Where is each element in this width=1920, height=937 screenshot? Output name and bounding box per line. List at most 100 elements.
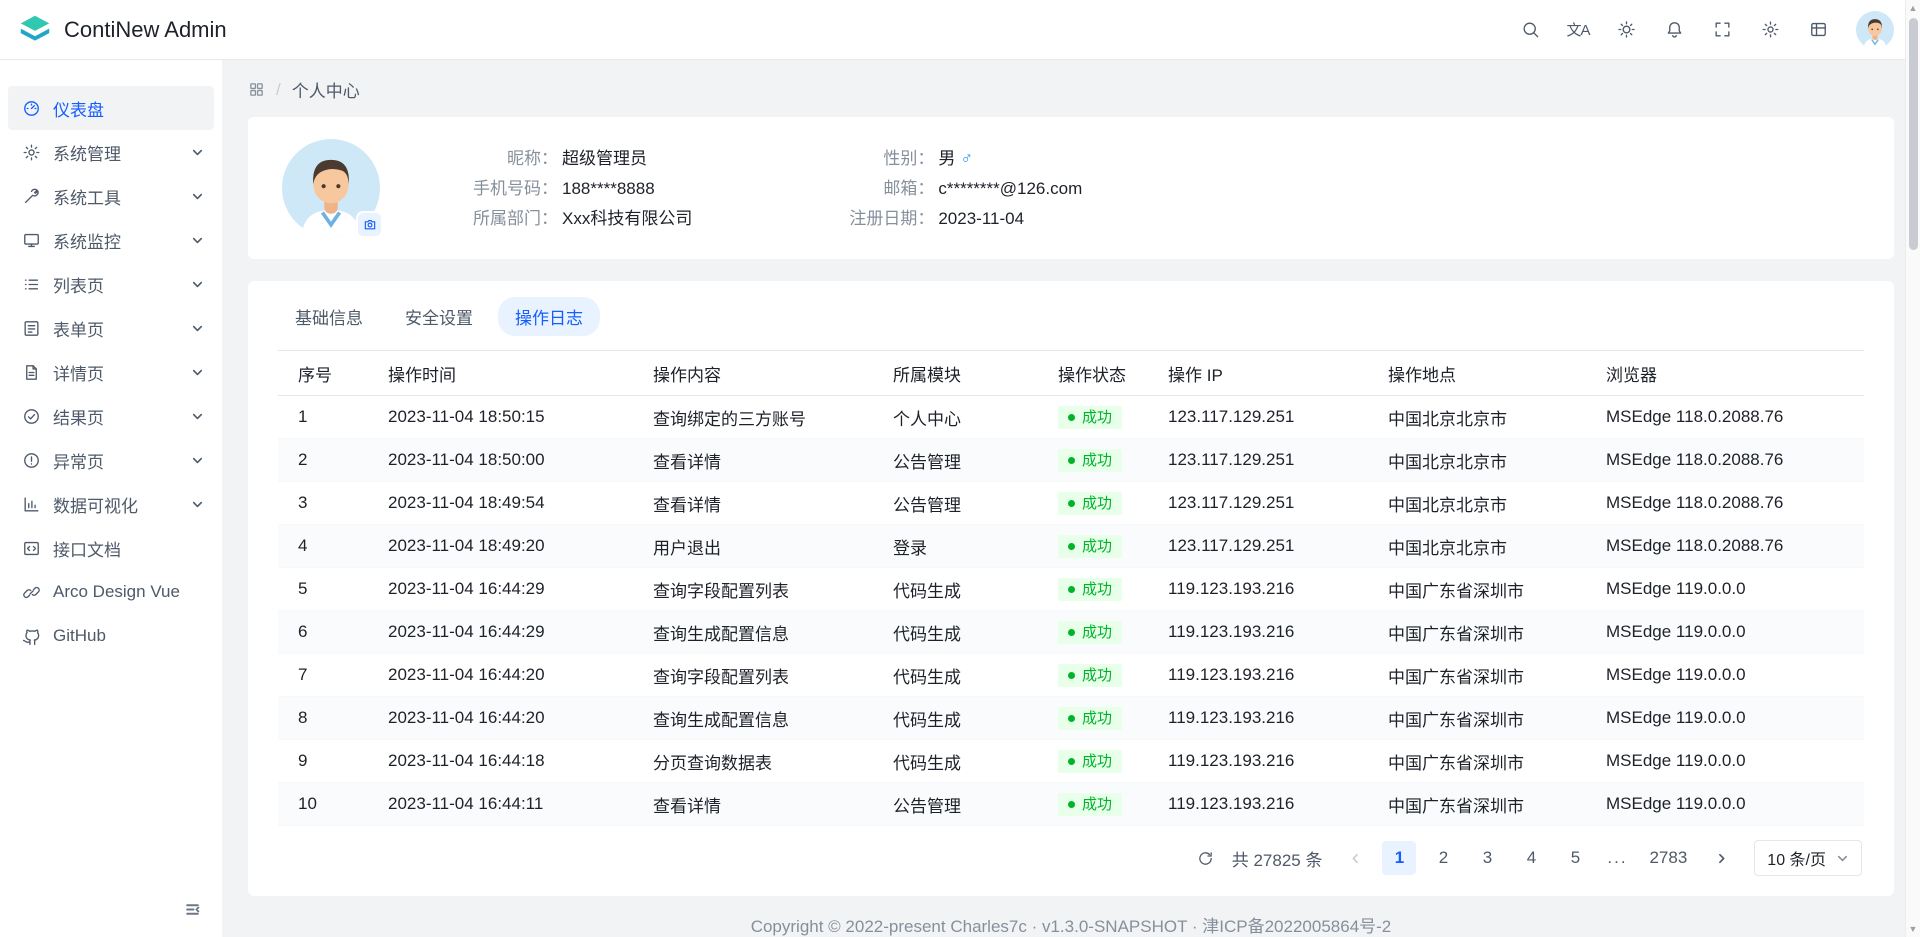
- fullscreen-button[interactable]: [1702, 10, 1742, 50]
- breadcrumb-current: 个人中心: [292, 77, 360, 102]
- breadcrumb: / 个人中心: [222, 60, 1920, 117]
- apps-grid-icon[interactable]: [248, 81, 265, 98]
- status-text: 成功: [1082, 625, 1112, 640]
- info-circle-icon: [22, 451, 41, 470]
- cell-ip: 119.123.193.216: [1148, 654, 1368, 697]
- status-text: 成功: [1082, 453, 1112, 468]
- pagination: 共 27825 条 1 2 3 4 5 ... 2783 10 条/页: [278, 826, 1864, 890]
- settings-button[interactable]: [1750, 10, 1790, 50]
- col-browser: 浏览器: [1586, 351, 1864, 396]
- sidebar-item-data-visualization[interactable]: 数据可视化: [8, 482, 214, 526]
- layout-button[interactable]: [1798, 10, 1838, 50]
- col-index: 序号: [278, 351, 368, 396]
- nickname-value: 超级管理员: [562, 146, 647, 171]
- cell-ip: 123.117.129.251: [1148, 525, 1368, 568]
- gear-icon: [22, 143, 41, 162]
- email-value: c********@126.com: [938, 176, 1082, 201]
- cell-module: 代码生成: [873, 740, 1038, 783]
- table-row: 4 2023-11-04 18:49:20 用户退出 登录 成功 123.117…: [278, 525, 1864, 568]
- page-button-3[interactable]: 3: [1470, 841, 1504, 875]
- change-avatar-button[interactable]: [356, 211, 383, 238]
- cell-index: 6: [278, 611, 368, 654]
- cell-index: 8: [278, 697, 368, 740]
- user-avatar[interactable]: [1856, 11, 1894, 49]
- page-size-select[interactable]: 10 条/页: [1754, 840, 1862, 876]
- scrollbar[interactable]: ▲ ▼: [1905, 0, 1920, 937]
- cell-browser: MSEdge 118.0.2088.76: [1586, 525, 1864, 568]
- cell-module: 代码生成: [873, 568, 1038, 611]
- breadcrumb-separator: /: [276, 80, 281, 100]
- email-label: 邮箱：: [822, 176, 934, 201]
- cell-browser: MSEdge 119.0.0.0: [1586, 783, 1864, 826]
- collapse-sidebar-button[interactable]: [178, 895, 206, 923]
- chevron-down-icon: [191, 234, 204, 247]
- page-button-2[interactable]: 2: [1426, 841, 1460, 875]
- profile-avatar-wrap: [282, 139, 380, 237]
- cell-content: 查询生成配置信息: [633, 611, 873, 654]
- language-button[interactable]: 文A: [1558, 10, 1598, 50]
- tab-basic-info[interactable]: 基础信息: [278, 297, 380, 336]
- cell-content: 查询字段配置列表: [633, 568, 873, 611]
- sidebar-item-github[interactable]: GitHub: [8, 614, 214, 658]
- notifications-button[interactable]: [1654, 10, 1694, 50]
- cell-location: 中国广东省深圳市: [1368, 568, 1586, 611]
- gender-value: 男: [938, 146, 955, 171]
- page-button-4[interactable]: 4: [1514, 841, 1548, 875]
- col-content: 操作内容: [633, 351, 873, 396]
- bar-chart-icon: [22, 495, 41, 514]
- tab-security-settings[interactable]: 安全设置: [388, 297, 490, 336]
- status-dot-icon: [1068, 715, 1075, 722]
- sidebar-item-arco-design-vue[interactable]: Arco Design Vue: [8, 570, 214, 614]
- status-text: 成功: [1082, 496, 1112, 511]
- cell-browser: MSEdge 119.0.0.0: [1586, 611, 1864, 654]
- prev-page-button[interactable]: [1338, 841, 1372, 875]
- sidebar-item-system-tools[interactable]: 系统工具: [8, 174, 214, 218]
- sidebar-item-list-pages[interactable]: 列表页: [8, 262, 214, 306]
- theme-button[interactable]: [1606, 10, 1646, 50]
- search-button[interactable]: [1510, 10, 1550, 50]
- cell-module: 个人中心: [873, 396, 1038, 439]
- page-button-5[interactable]: 5: [1558, 841, 1592, 875]
- fullscreen-icon: [1713, 20, 1732, 39]
- page-button-last[interactable]: 2783: [1642, 841, 1694, 875]
- status-badge: 成功: [1058, 449, 1122, 472]
- cell-index: 4: [278, 525, 368, 568]
- cell-index: 10: [278, 783, 368, 826]
- page-button-1[interactable]: 1: [1382, 841, 1416, 875]
- status-text: 成功: [1082, 539, 1112, 554]
- cell-content: 用户退出: [633, 525, 873, 568]
- sidebar-item-result-pages[interactable]: 结果页: [8, 394, 214, 438]
- cell-index: 1: [278, 396, 368, 439]
- cell-browser: MSEdge 119.0.0.0: [1586, 697, 1864, 740]
- scroll-up-button[interactable]: ▲: [1906, 0, 1920, 16]
- cell-ip: 123.117.129.251: [1148, 482, 1368, 525]
- footer-copyright: Copyright © 2022-present Charles7c · v1.…: [222, 896, 1920, 937]
- cell-status: 成功: [1038, 783, 1148, 826]
- tab-operation-log[interactable]: 操作日志: [498, 297, 600, 336]
- pagination-ellipsis[interactable]: ...: [1602, 848, 1632, 868]
- scroll-down-button[interactable]: ▼: [1906, 921, 1920, 937]
- status-dot-icon: [1068, 629, 1075, 636]
- sidebar-item-api-docs[interactable]: 接口文档: [8, 526, 214, 570]
- cell-status: 成功: [1038, 439, 1148, 482]
- cell-location: 中国广东省深圳市: [1368, 783, 1586, 826]
- scrollbar-thumb[interactable]: [1909, 18, 1918, 250]
- table-row: 2 2023-11-04 18:50:00 查看详情 公告管理 成功 123.1…: [278, 439, 1864, 482]
- sidebar-item-form-pages[interactable]: 表单页: [8, 306, 214, 350]
- sidebar-item-system-management[interactable]: 系统管理: [8, 130, 214, 174]
- logo[interactable]: ContiNew Admin: [18, 14, 227, 46]
- sidebar-item-exception-pages[interactable]: 异常页: [8, 438, 214, 482]
- next-page-button[interactable]: [1704, 841, 1738, 875]
- sidebar-item-system-monitor[interactable]: 系统监控: [8, 218, 214, 262]
- sidebar-item-dashboard[interactable]: 仪表盘: [8, 86, 214, 130]
- refresh-button[interactable]: [1190, 842, 1222, 874]
- cell-index: 7: [278, 654, 368, 697]
- sun-icon: [1617, 20, 1636, 39]
- table-row: 8 2023-11-04 16:44:20 查询生成配置信息 代码生成 成功 1…: [278, 697, 1864, 740]
- dashboard-icon: [22, 99, 41, 118]
- sidebar-item-detail-pages[interactable]: 详情页: [8, 350, 214, 394]
- chevron-right-icon: [1715, 852, 1728, 865]
- check-circle-icon: [22, 407, 41, 426]
- main-content: / 个人中心: [222, 60, 1920, 937]
- cell-module: 代码生成: [873, 697, 1038, 740]
